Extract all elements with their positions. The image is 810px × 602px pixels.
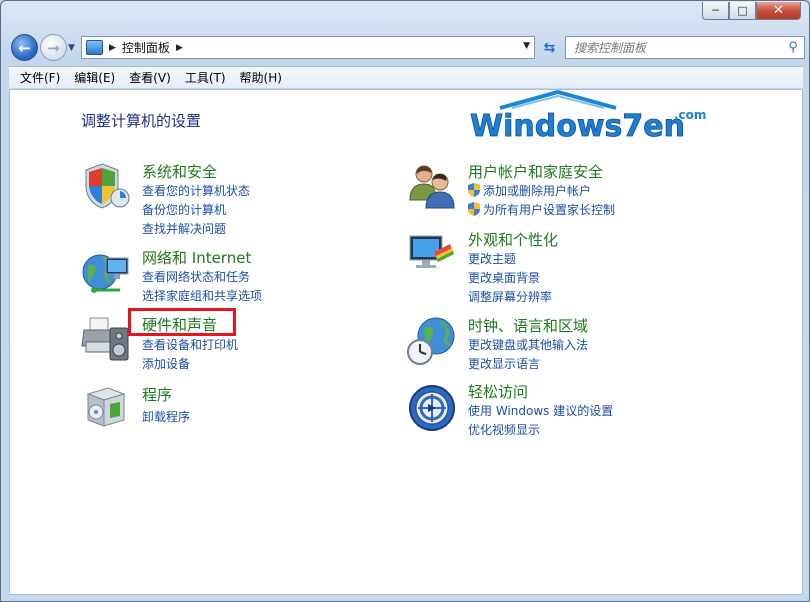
link-add-remove-accounts[interactable]: 添加或删除用户帐户 — [468, 182, 591, 199]
category-title-programs[interactable]: 程序 — [142, 384, 172, 405]
forward-button[interactable]: → — [40, 34, 67, 61]
arrow-left-icon: ← — [18, 38, 31, 57]
link-optimize-video-display[interactable]: 优化视频显示 — [468, 421, 540, 438]
menu-file[interactable]: 文件(F) — [13, 69, 67, 86]
link-parental-controls[interactable]: 为所有用户设置家长控制 — [468, 201, 615, 218]
content-area: 调整计算机的设置 Windows7en .com 系统和安全 查看您的计算机状态… — [9, 89, 803, 595]
arrow-right-icon: → — [47, 38, 60, 57]
close-button[interactable]: ✕ — [756, 2, 801, 20]
monitor-palette-icon[interactable] — [406, 230, 458, 282]
menu-help[interactable]: 帮助(H) — [233, 69, 289, 86]
clock-globe-icon[interactable] — [406, 314, 458, 366]
logo-com: .com — [674, 108, 706, 122]
back-button[interactable]: ← — [11, 34, 38, 61]
caption-buttons: ─ □ ✕ — [702, 2, 801, 20]
link-homegroup-sharing[interactable]: 选择家庭组和共享选项 — [142, 287, 262, 304]
minimize-button[interactable]: ─ — [702, 2, 729, 20]
menu-tools[interactable]: 工具(T) — [178, 69, 233, 86]
control-panel-window: ─ □ ✕ ← → ▼ ▶ 控制面板 ▶ ▼ ⇆ ⚲ 文件(F) 编辑(E) 查… — [0, 0, 810, 602]
link-parental-controls-text: 为所有用户设置家长控制 — [483, 203, 616, 217]
search-input[interactable] — [566, 37, 782, 58]
category-title-clock-language-region[interactable]: 时钟、语言和区域 — [468, 315, 588, 336]
refresh-button[interactable]: ⇆ — [539, 36, 560, 59]
category-title-ease-of-access[interactable]: 轻松访问 — [468, 381, 528, 402]
recent-pages-button[interactable]: ▼ — [68, 43, 75, 53]
ease-of-access-icon[interactable] — [406, 382, 458, 434]
category-title-appearance[interactable]: 外观和个性化 — [468, 229, 558, 250]
maximize-button[interactable]: □ — [729, 2, 756, 20]
search-box: ⚲ — [565, 36, 805, 59]
shield-icon[interactable] — [80, 160, 132, 212]
breadcrumb-control-panel[interactable]: 控制面板 — [122, 39, 170, 56]
menu-view[interactable]: 查看(V) — [122, 69, 178, 86]
navigation-bar: ← → ▼ ▶ 控制面板 ▶ ▼ ⇆ ⚲ — [9, 31, 805, 63]
printer-speaker-icon[interactable] — [80, 312, 132, 364]
link-find-fix-problems[interactable]: 查找并解决问题 — [142, 220, 226, 237]
users-icon[interactable] — [406, 160, 458, 212]
windows7en-logo: Windows7en .com — [470, 90, 706, 144]
menu-edit[interactable]: 编辑(E) — [67, 69, 122, 86]
network-globe-icon[interactable] — [80, 248, 132, 300]
link-view-devices-printers[interactable]: 查看设备和打印机 — [142, 336, 238, 353]
search-icon[interactable]: ⚲ — [782, 40, 804, 55]
breadcrumb-arrow-icon[interactable]: ▶ — [109, 43, 116, 53]
link-view-network-status[interactable]: 查看网络状态和任务 — [142, 268, 250, 285]
control-panel-icon — [86, 40, 103, 55]
link-change-input-methods[interactable]: 更改键盘或其他输入法 — [468, 336, 588, 353]
breadcrumb-arrow-icon[interactable]: ▶ — [176, 43, 183, 53]
link-windows-suggested-settings[interactable]: 使用 Windows 建议的设置 — [468, 402, 613, 419]
link-change-desktop-background[interactable]: 更改桌面背景 — [468, 269, 540, 286]
category-title-user-accounts[interactable]: 用户帐户和家庭安全 — [468, 161, 603, 182]
link-change-display-language[interactable]: 更改显示语言 — [468, 355, 540, 372]
category-title-network-internet[interactable]: 网络和 Internet — [142, 247, 251, 268]
link-add-device[interactable]: 添加设备 — [142, 355, 190, 372]
link-backup-computer[interactable]: 备份您的计算机 — [142, 201, 226, 218]
chevron-down-icon: ▼ — [68, 43, 75, 53]
logo-text: Windows7en — [470, 109, 685, 144]
address-bar[interactable]: ▶ 控制面板 ▶ ▼ — [81, 36, 535, 59]
category-title-hardware-sound[interactable]: 硬件和声音 — [142, 314, 217, 335]
programs-box-icon[interactable] — [80, 380, 132, 432]
menu-bar: 文件(F) 编辑(E) 查看(V) 工具(T) 帮助(H) — [9, 66, 803, 88]
link-uninstall-program[interactable]: 卸载程序 — [142, 408, 190, 425]
link-add-remove-accounts-text: 添加或删除用户帐户 — [483, 184, 592, 198]
link-view-computer-status[interactable]: 查看您的计算机状态 — [142, 182, 250, 199]
uac-shield-icon — [468, 202, 480, 216]
refresh-icon: ⇆ — [543, 39, 556, 56]
link-adjust-resolution[interactable]: 调整屏幕分辨率 — [468, 288, 552, 305]
category-title-system-security[interactable]: 系统和安全 — [142, 161, 217, 182]
uac-shield-icon — [468, 183, 480, 197]
address-dropdown-icon[interactable]: ▼ — [523, 41, 530, 51]
link-change-theme[interactable]: 更改主题 — [468, 250, 516, 267]
page-title: 调整计算机的设置 — [81, 112, 202, 130]
